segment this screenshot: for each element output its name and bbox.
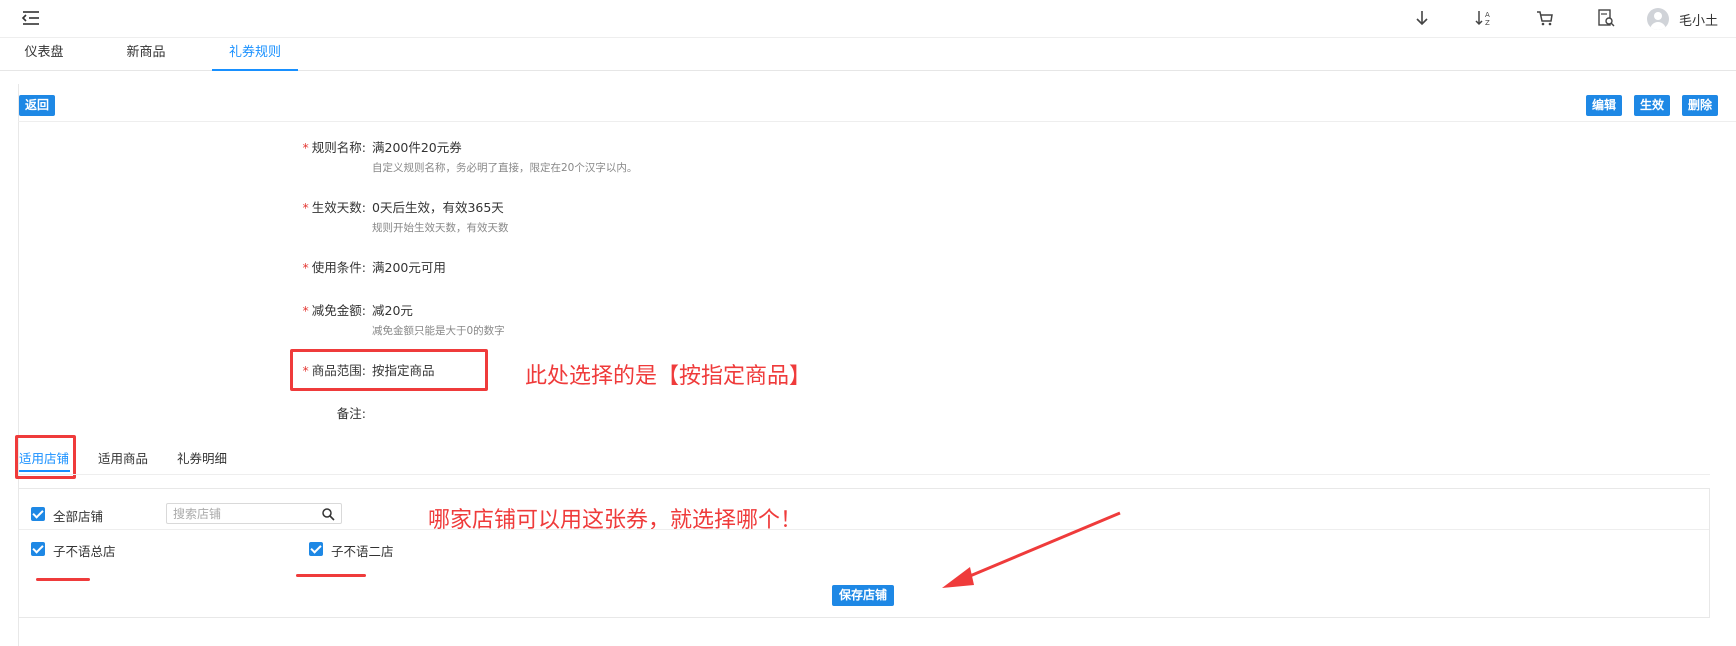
tab-dashboard[interactable]: 仪表盘	[22, 38, 66, 71]
effective-days-hint: 规则开始生效天数，有效天数	[372, 222, 509, 234]
scope-annotation-box	[290, 349, 488, 391]
rule-name-hint: 自定义规则名称，务必明了直接，限定在20个汉字以内。	[372, 162, 638, 174]
page-tabs: 仪表盘 新商品 礼券规则	[0, 38, 1736, 71]
all-stores-label: 全部店铺	[53, 509, 104, 524]
remark-label: 备注:	[336, 406, 366, 421]
store-checkbox-second[interactable]	[309, 542, 323, 556]
store-label-main: 子不语总店	[53, 544, 116, 559]
tab-coupon-rules[interactable]: 礼券规则	[212, 38, 298, 71]
sort-az-icon[interactable]: A Z	[1474, 8, 1494, 28]
user-menu[interactable]: 毛小土	[1647, 6, 1718, 32]
svg-text:Z: Z	[1485, 19, 1490, 27]
tab-new-products[interactable]: 新商品	[124, 38, 168, 71]
effective-days-label: * 生效天数:	[302, 200, 366, 215]
store-label-second: 子不语二店	[331, 544, 394, 559]
cart-icon[interactable]	[1535, 8, 1555, 28]
discount-amount-hint: 减免金额只能是大于0的数字	[372, 325, 505, 337]
use-condition-value: 满200元可用	[372, 260, 446, 275]
effective-days-value: 0天后生效，有效365天	[372, 200, 504, 215]
store-second-underline-annotation	[296, 574, 366, 577]
subtab-applicable-products[interactable]: 适用商品	[98, 448, 148, 467]
rule-name-value: 满200件20元券	[372, 140, 462, 155]
store-list-divider	[19, 529, 1709, 530]
store-search-input[interactable]	[167, 504, 317, 523]
menu-fold-icon[interactable]	[20, 8, 42, 28]
top-bar: A Z 毛小土	[0, 0, 1736, 38]
rule-name-label: * 规则名称:	[302, 140, 366, 155]
edit-button[interactable]: 编辑	[1586, 95, 1623, 116]
all-stores-checkbox[interactable]	[31, 507, 45, 521]
discount-amount-label: * 减免金额:	[302, 303, 366, 318]
report-search-icon[interactable]	[1596, 8, 1616, 28]
delete-button[interactable]: 删除	[1682, 95, 1719, 116]
activate-button[interactable]: 生效	[1634, 95, 1671, 116]
toolbar-divider	[18, 121, 1736, 122]
download-arrow-icon[interactable]	[1412, 8, 1432, 28]
store-checkbox-main[interactable]	[31, 542, 45, 556]
use-condition-label: * 使用条件:	[302, 260, 366, 275]
subtab-coupon-details[interactable]: 礼券明细	[177, 448, 227, 467]
search-icon[interactable]	[321, 507, 335, 521]
store-search-box	[166, 503, 342, 524]
subtab-annotation-box	[15, 435, 76, 479]
save-stores-button[interactable]: 保存店铺	[832, 585, 895, 606]
store-main-underline-annotation	[36, 578, 90, 581]
scope-annotation-text: 此处选择的是【按指定商品】	[525, 364, 812, 389]
discount-amount-value: 减20元	[372, 303, 413, 318]
user-name: 毛小土	[1679, 13, 1719, 29]
svg-text:A: A	[1485, 11, 1490, 19]
annotation-arrow	[942, 511, 1121, 588]
avatar-icon	[1647, 8, 1669, 30]
back-button[interactable]: 返回	[19, 95, 56, 116]
subtab-divider	[18, 474, 1710, 475]
